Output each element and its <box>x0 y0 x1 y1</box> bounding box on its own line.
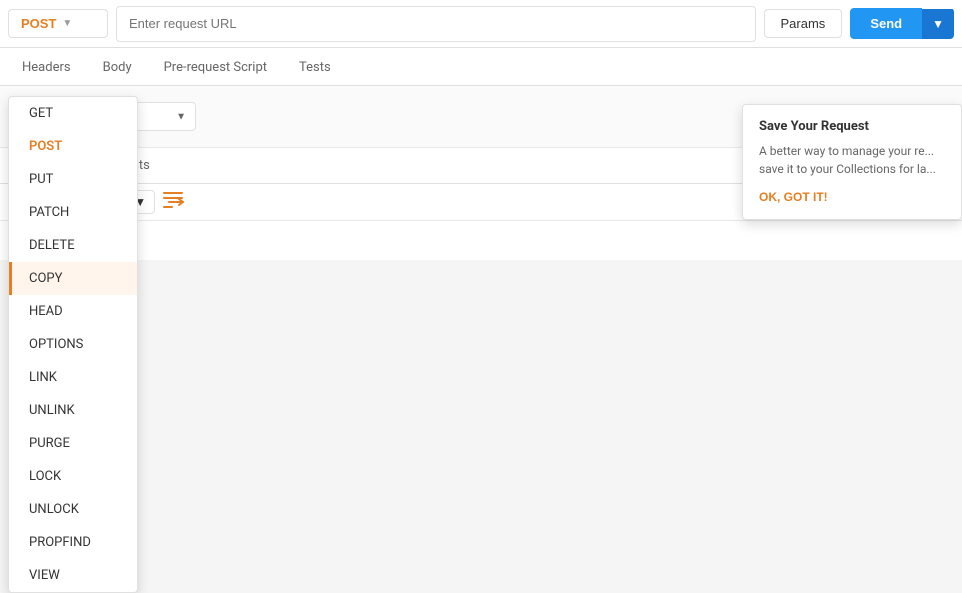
tab-headers[interactable]: Headers <box>8 52 85 85</box>
dropdown-item-patch[interactable]: PATCH <box>9 196 137 229</box>
dropdown-item-head[interactable]: HEAD <box>9 295 137 328</box>
dropdown-item-propfind[interactable]: PROPFIND <box>9 526 137 559</box>
method-button[interactable]: POST ▼ <box>8 9 108 38</box>
dropdown-item-copy[interactable]: COPY <box>9 262 137 295</box>
method-dropdown: GET POST PUT PATCH DELETE COPY HEAD OPTI… <box>8 96 138 593</box>
dropdown-item-view[interactable]: VIEW <box>9 559 137 592</box>
wrap-icon[interactable] <box>163 191 185 213</box>
tab-tests[interactable]: Tests <box>285 52 345 85</box>
dropdown-item-post[interactable]: POST <box>9 130 137 163</box>
save-request-tooltip: Save Your Request A better way to manage… <box>742 104 962 220</box>
tooltip-ok-button[interactable]: OK, GOT IT! <box>759 190 828 204</box>
dropdown-item-options[interactable]: OPTIONS <box>9 328 137 361</box>
tooltip-title: Save Your Request <box>759 119 945 134</box>
dropdown-item-put[interactable]: PUT <box>9 163 137 196</box>
dropdown-item-purge[interactable]: PURGE <box>9 427 137 460</box>
send-button[interactable]: Send <box>850 8 922 39</box>
dropdown-item-get[interactable]: GET <box>9 97 137 130</box>
dropdown-item-lock[interactable]: LOCK <box>9 460 137 493</box>
tab-body[interactable]: Body <box>89 52 146 85</box>
dropdown-item-unlock[interactable]: UNLOCK <box>9 493 137 526</box>
url-input[interactable] <box>116 6 756 42</box>
params-button[interactable]: Params <box>764 9 843 38</box>
tooltip-text: A better way to manage your re... save i… <box>759 142 945 178</box>
main-content: GET POST PUT PATCH DELETE COPY HEAD OPTI… <box>0 48 962 260</box>
dropdown-item-unlink[interactable]: UNLINK <box>9 394 137 427</box>
tab-pre-request[interactable]: Pre-request Script <box>150 52 281 85</box>
send-chevron-button[interactable]: ▼ <box>922 9 954 39</box>
method-chevron: ▼ <box>62 18 72 29</box>
send-btn-group: Send ▼ <box>850 8 954 39</box>
top-bar: POST ▼ Params Send ▼ <box>0 0 962 48</box>
response-body: le specified. <box>0 221 962 260</box>
method-label: POST <box>21 16 56 31</box>
dropdown-item-link[interactable]: LINK <box>9 361 137 394</box>
dropdown-item-delete[interactable]: DELETE <box>9 229 137 262</box>
request-tabs-row: Headers Body Pre-request Script Tests <box>0 48 962 86</box>
